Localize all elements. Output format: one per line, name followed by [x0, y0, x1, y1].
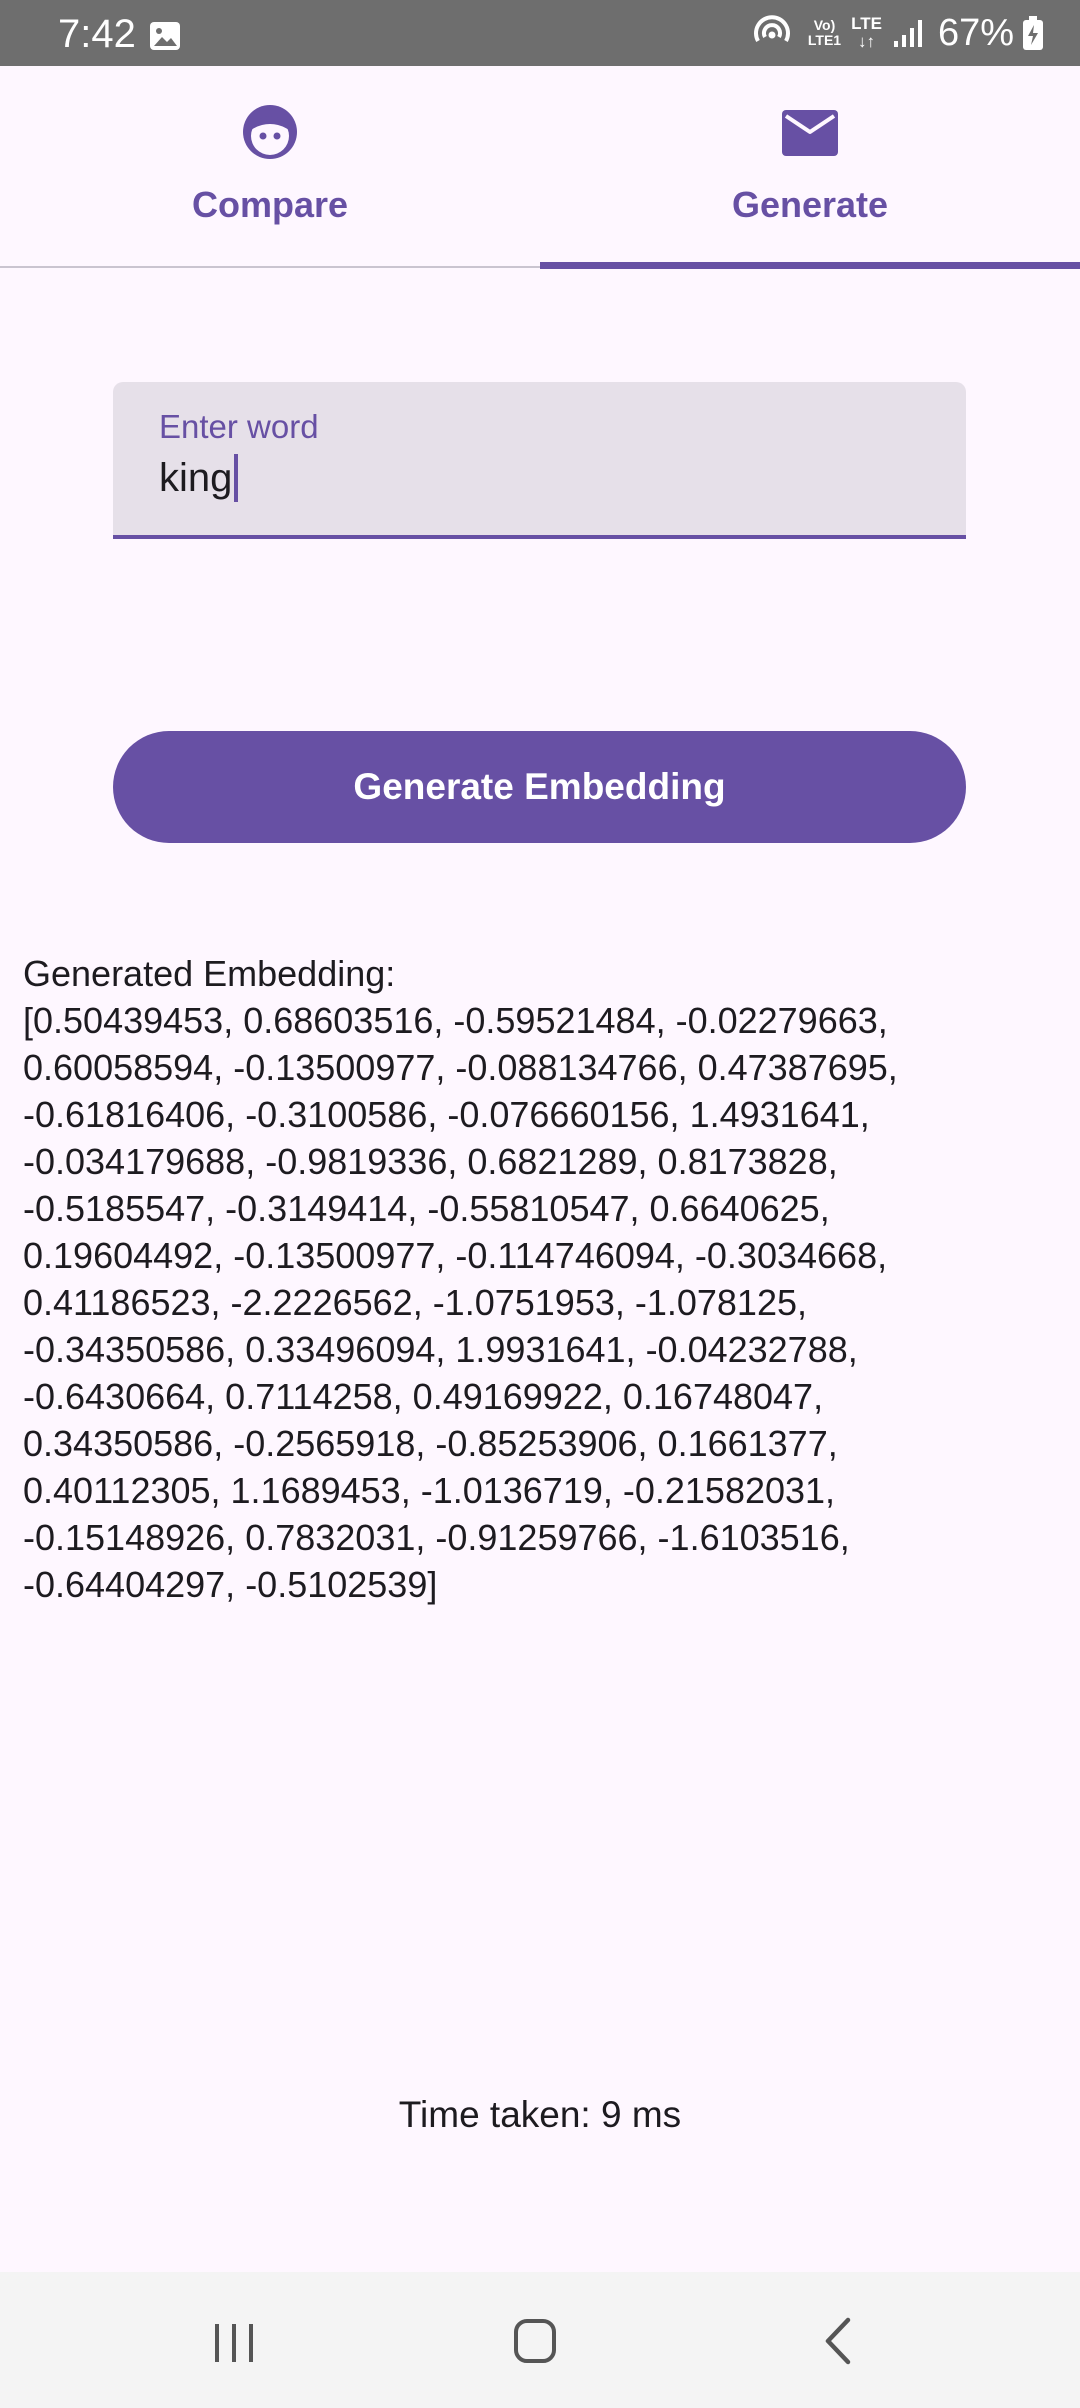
word-input-value-row[interactable]: king — [159, 454, 239, 502]
tab-compare[interactable]: Compare — [0, 66, 540, 268]
battery-charging-icon — [1023, 16, 1043, 50]
mail-icon — [782, 110, 838, 156]
lte-indicator: LTE ↓↑ — [851, 15, 882, 51]
data-arrows-icon: ↓↑ — [858, 32, 875, 51]
tab-compare-label: Compare — [191, 184, 349, 225]
status-indicators: Vo) LTE1 LTE ↓↑ 67% — [752, 10, 1044, 56]
time-taken-text: Time taken: 9 ms — [398, 2094, 682, 2135]
tab-selected-indicator — [540, 262, 1080, 269]
hotspot-icon — [753, 15, 790, 42]
battery-percentage: 67% — [937, 11, 1014, 54]
word-input-value[interactable]: king — [159, 456, 232, 501]
face-icon — [243, 105, 297, 159]
tab-generate[interactable]: Generate — [540, 66, 1080, 268]
system-navigation-bar — [0, 2272, 1080, 2408]
tab-bar: Compare Generate — [0, 66, 1080, 269]
recents-icon[interactable] — [194, 2310, 274, 2370]
generate-embedding-button[interactable]: Generate Embedding — [113, 731, 966, 843]
volte-line2: LTE1 — [807, 32, 842, 48]
word-input-field[interactable]: Enter word king — [113, 382, 966, 539]
gallery-notification-icon — [150, 22, 180, 50]
signal-icon — [893, 20, 922, 47]
volte-indicator: Vo) LTE1 — [808, 18, 841, 48]
tab-generate-label: Generate — [731, 184, 889, 225]
back-icon[interactable] — [798, 2310, 878, 2370]
word-input-label: Enter word — [159, 408, 319, 445]
status-bar: 7:42 Vo) LTE1 LTE ↓↑ 67% — [0, 0, 1080, 66]
lte-label: LTE — [851, 14, 882, 33]
text-cursor — [234, 454, 239, 502]
status-time: 7:42 — [58, 12, 136, 56]
volte-line1: Vo) — [813, 17, 836, 33]
home-icon[interactable] — [495, 2310, 575, 2370]
embedding-output-text: Generated Embedding: [0.50439453, 0.6860… — [23, 953, 898, 1605]
